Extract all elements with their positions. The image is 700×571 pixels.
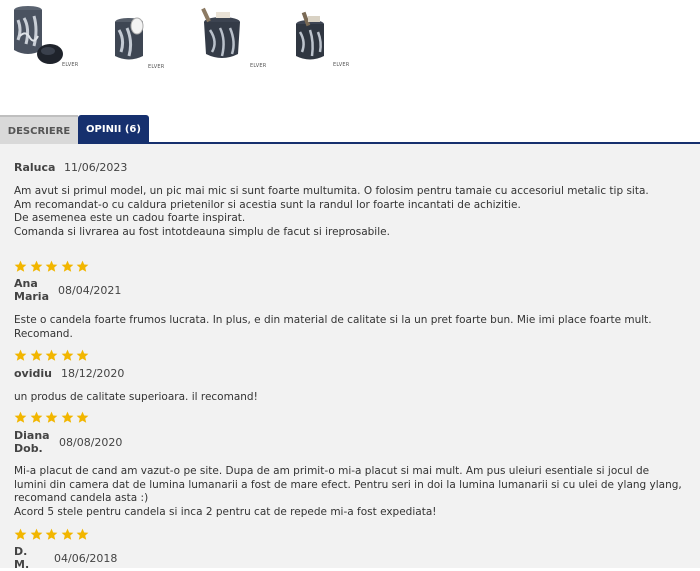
tab-description[interactable]: DESCRIERE: [0, 115, 78, 144]
review-date: 04/06/2018: [54, 552, 118, 565]
review-author: ovidiu: [14, 367, 52, 380]
review-date: 11/06/2023: [64, 161, 128, 174]
aroma-lamp-image: [115, 17, 144, 60]
tab-reviews[interactable]: OPINII (6): [78, 115, 149, 144]
review-author: Ana Maria: [14, 277, 49, 303]
product-thumbnail-1[interactable]: ELVER: [0, 0, 82, 78]
star-icon: [61, 260, 73, 272]
star-icon: [45, 260, 58, 272]
star-icon: [30, 260, 42, 272]
review-author: Raluca: [14, 161, 56, 174]
review-author: Diana Dob.: [14, 429, 50, 455]
product-thumbnails: ELVER ELVER ELVER ELVER: [0, 0, 380, 78]
star-icon: [76, 411, 89, 423]
star-icon: [30, 411, 42, 423]
review-date: 08/08/2020: [59, 436, 123, 449]
review-date: 18/12/2020: [61, 367, 125, 380]
review-text-line: Este o candela foarte frumos lucrata. In…: [14, 314, 652, 340]
star-icon: [14, 411, 27, 423]
review-text: Am avut si primul model, un pic mai mic …: [14, 185, 682, 239]
star-icon: [45, 411, 58, 423]
star-icon: [45, 528, 58, 540]
review-text-line: Mi-a placut de cand am vazut-o pe site. …: [14, 465, 682, 504]
star-icon: [30, 349, 42, 361]
review-text-line: un produs de calitate superioara. il rec…: [14, 391, 258, 403]
star-icon: [76, 349, 89, 361]
brand-logo: ELVER: [333, 62, 350, 68]
review-text: Mi-a placut de cand am vazut-o pe site. …: [14, 465, 682, 519]
review-text: Este o candela foarte frumos lucrata. In…: [14, 314, 682, 341]
product-tabs: DESCRIERE OPINII (6): [0, 115, 700, 144]
review-text-line: Am avut si primul model, un pic mai mic …: [14, 185, 649, 197]
star-icon: [14, 260, 27, 272]
brand-logo: ELVER: [250, 63, 267, 69]
review-text-line: De asemenea este un cadou foarte inspira…: [14, 212, 246, 224]
product-thumbnail-3[interactable]: ELVER: [190, 0, 272, 78]
review-date: 08/04/2021: [58, 284, 122, 297]
rating-stars: [14, 409, 92, 423]
brand-logo: ELVER: [148, 64, 165, 70]
star-icon: [14, 349, 27, 361]
reviews-panel: Raluca 11/06/2023 Am avut si primul mode…: [0, 144, 700, 571]
review-text-line: Comanda si livrarea au fost intotdeauna …: [14, 225, 390, 238]
star-icon: [76, 260, 89, 272]
star-icon: [61, 528, 73, 540]
star-icon: [76, 528, 89, 540]
product-thumbnail-4[interactable]: ELVER: [280, 0, 362, 78]
star-icon: [45, 349, 58, 361]
review-text-line: Am recomandat-o cu caldura prietenilor s…: [14, 198, 521, 211]
aroma-lamp-image: [296, 11, 324, 60]
star-icon: [61, 349, 73, 361]
rating-stars: [14, 258, 92, 272]
product-thumbnail-2[interactable]: ELVER: [95, 0, 177, 78]
brand-logo: ELVER: [62, 62, 79, 68]
star-icon: [61, 411, 73, 423]
rating-stars: [14, 347, 92, 361]
review-text: un produs de calitate superioara. il rec…: [14, 391, 682, 405]
star-icon: [30, 528, 42, 540]
review-author: D. M.: [14, 545, 30, 571]
star-icon: [14, 528, 27, 540]
review-text-line: Acord 5 stele pentru candela si inca 2 p…: [14, 505, 437, 518]
rating-stars: [14, 526, 92, 540]
